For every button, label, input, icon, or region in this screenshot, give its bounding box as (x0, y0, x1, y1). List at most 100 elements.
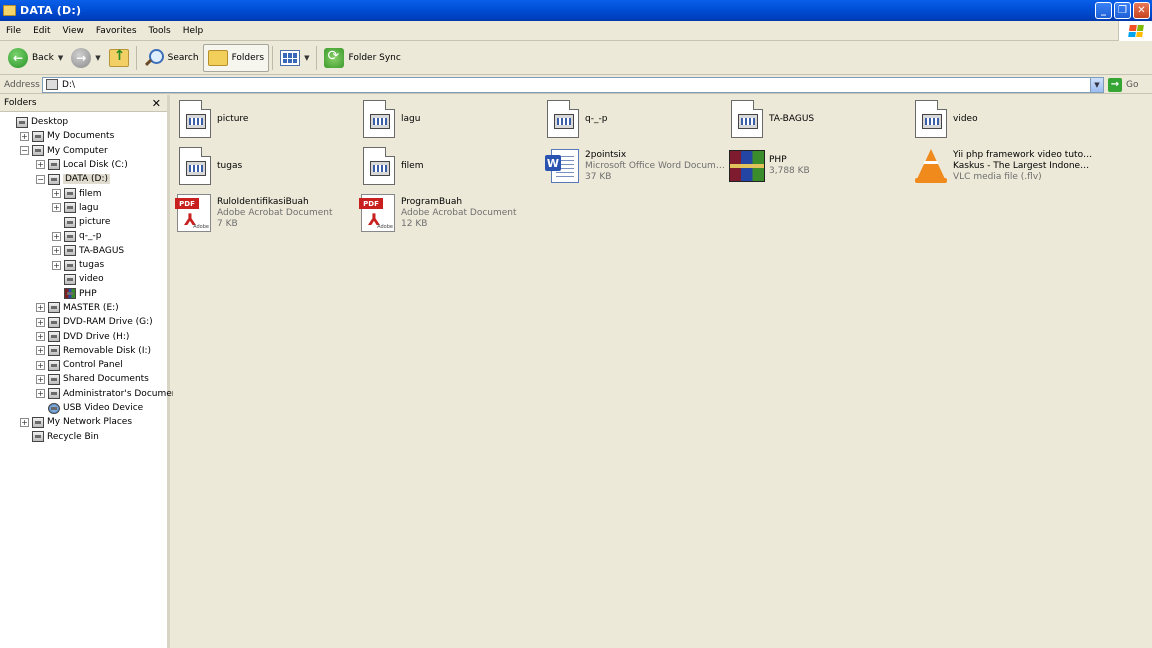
file-item-text: RuloIdentifikasiBuah Adobe Acrobat Docume… (217, 197, 333, 230)
folders-pane: Folders ✕ Desktop + My Documents − My Comput… (0, 95, 186, 648)
tree-item-label: filem (79, 188, 102, 199)
file-item[interactable]: PDF ⅄ Adobe RuloIdentifikasiBuah Adobe Acrob… (175, 193, 359, 233)
file-item[interactable]: q-_-p (545, 99, 727, 139)
expand-icon[interactable]: + (20, 417, 29, 427)
menu-view[interactable]: View (57, 26, 90, 36)
expand-icon[interactable]: + (36, 332, 45, 341)
file-item[interactable]: Yii php framework video tutorial - Kaskus… (913, 146, 1095, 186)
address-input[interactable]: D:\ ▼ (42, 76, 1104, 93)
maximize-button[interactable]: ❐ (1114, 2, 1131, 19)
expand-icon[interactable]: + (36, 374, 45, 384)
up-button[interactable] (105, 44, 133, 72)
folder-icon (913, 100, 949, 138)
folder-sync-button[interactable]: Folder Sync (320, 44, 404, 72)
tree-item[interactable]: + Control Panel (36, 358, 123, 372)
tree-item[interactable]: + TA-BAGUS (52, 244, 124, 258)
title-bar[interactable]: DATA (D:) _ ❐ ✕ (0, 0, 1152, 21)
expand-icon[interactable]: + (36, 389, 45, 399)
back-button[interactable]: ← Back ▼ (4, 44, 67, 72)
collapse-icon[interactable]: − (20, 146, 29, 156)
go-button[interactable]: → Go (1108, 77, 1138, 92)
tree-item[interactable]: + Administrator's Documents (36, 387, 186, 401)
expand-icon[interactable]: + (36, 317, 45, 327)
tree-item-label: tugas (79, 260, 105, 270)
file-detail: Microsoft Office Word Document (585, 160, 725, 171)
tree-item-label: DATA (D:) (63, 174, 111, 185)
tree-item[interactable]: + Removable Disk (I:) (36, 344, 151, 358)
globe-icon (48, 402, 60, 414)
tree-item[interactable]: + MASTER (E:) (36, 301, 119, 315)
file-name: ProgramBuah (401, 196, 463, 207)
file-detail: Adobe Acrobat Document (401, 207, 517, 218)
views-dropdown-icon[interactable]: ▼ (304, 54, 309, 62)
address-dropdown-icon[interactable]: ▼ (1090, 77, 1103, 92)
tree-item[interactable]: picture (52, 215, 110, 229)
menu-favorites[interactable]: Favorites (90, 26, 143, 36)
collapse-icon[interactable]: − (36, 174, 45, 184)
tree-item[interactable]: + DVD-RAM Drive (G:) (36, 315, 153, 329)
file-name: q-_-p (585, 113, 608, 124)
folder-icon (729, 100, 765, 138)
tree-item[interactable]: − DATA (D:) (36, 172, 111, 186)
folders-button[interactable]: Folders (202, 44, 270, 72)
menu-tools[interactable]: Tools (143, 26, 177, 36)
file-detail: 37 KB (585, 171, 612, 182)
file-item[interactable]: TA-BAGUS (729, 99, 911, 139)
tree-item[interactable]: + filem (52, 187, 101, 201)
file-item[interactable]: tugas (177, 146, 359, 186)
expand-icon[interactable]: + (36, 303, 45, 313)
file-detail: 7 KB (217, 218, 238, 229)
file-item[interactable]: video (913, 99, 1095, 139)
file-item[interactable]: lagu (361, 99, 543, 139)
minimize-button[interactable]: _ (1095, 2, 1112, 19)
menu-help[interactable]: Help (177, 26, 210, 36)
close-button[interactable]: ✕ (1133, 2, 1150, 19)
tree-item[interactable]: Desktop (4, 115, 68, 129)
go-arrow-icon: → (1108, 77, 1122, 92)
tree-item[interactable]: + q-_-p (52, 229, 101, 243)
expand-icon[interactable]: + (36, 360, 45, 370)
tree-item[interactable]: + Local Disk (C:) (36, 158, 128, 172)
forward-button[interactable]: → ▼ (67, 44, 104, 72)
tree-item[interactable]: + My Documents (20, 129, 114, 143)
tree-item[interactable]: + lagu (52, 201, 98, 215)
expand-icon[interactable]: + (36, 160, 45, 170)
tree-item[interactable]: − My Computer (20, 144, 108, 158)
expand-icon[interactable]: + (52, 203, 61, 213)
expand-icon[interactable]: + (36, 346, 45, 356)
file-item[interactable]: PDF ⅄ Adobe ProgramBuah Adobe Acrobat Docume… (359, 193, 543, 233)
file-item[interactable]: filem (361, 146, 543, 186)
search-button[interactable]: Search (140, 44, 203, 72)
expand-icon[interactable]: + (52, 189, 61, 198)
winrar-archive-icon (729, 147, 765, 185)
tree-item[interactable]: video (52, 272, 104, 286)
expand-icon[interactable]: + (52, 260, 61, 270)
tree-item[interactable]: Recycle Bin (20, 430, 99, 444)
file-item[interactable]: PHP 3,788 KB (729, 146, 911, 186)
views-button[interactable]: ▼ (276, 44, 313, 72)
folder-icon (64, 202, 76, 214)
menu-edit[interactable]: Edit (27, 26, 56, 36)
file-detail: 12 KB (401, 218, 428, 229)
tree-item[interactable]: + My Network Places (20, 415, 132, 429)
tree-item[interactable]: USB Video Device (36, 401, 143, 415)
expand-icon[interactable]: + (20, 131, 29, 141)
tree-item-label: Control Panel (63, 360, 123, 371)
back-dropdown-icon[interactable]: ▼ (58, 54, 63, 62)
file-item-text: video (953, 114, 978, 125)
expand-icon[interactable]: + (52, 231, 61, 241)
close-pane-icon[interactable]: ✕ (152, 97, 161, 110)
drive-icon (48, 159, 60, 171)
tree-item[interactable]: + DVD Drive (H:) (36, 330, 129, 344)
folder-icon (361, 100, 397, 138)
file-item[interactable]: W 2pointsix Microsoft Office Word Document… (545, 146, 727, 186)
forward-dropdown-icon[interactable]: ▼ (95, 54, 100, 62)
tree-item[interactable]: PHP (52, 287, 97, 301)
expand-icon[interactable]: + (52, 246, 61, 256)
tree-item[interactable]: + Shared Documents (36, 372, 149, 386)
menu-file[interactable]: File (0, 26, 27, 36)
file-item[interactable]: picture (177, 99, 359, 139)
window-title: DATA (D:) (20, 4, 82, 17)
tree-item[interactable]: + tugas (52, 258, 104, 272)
tree-item-label: Removable Disk (I:) (63, 345, 152, 356)
